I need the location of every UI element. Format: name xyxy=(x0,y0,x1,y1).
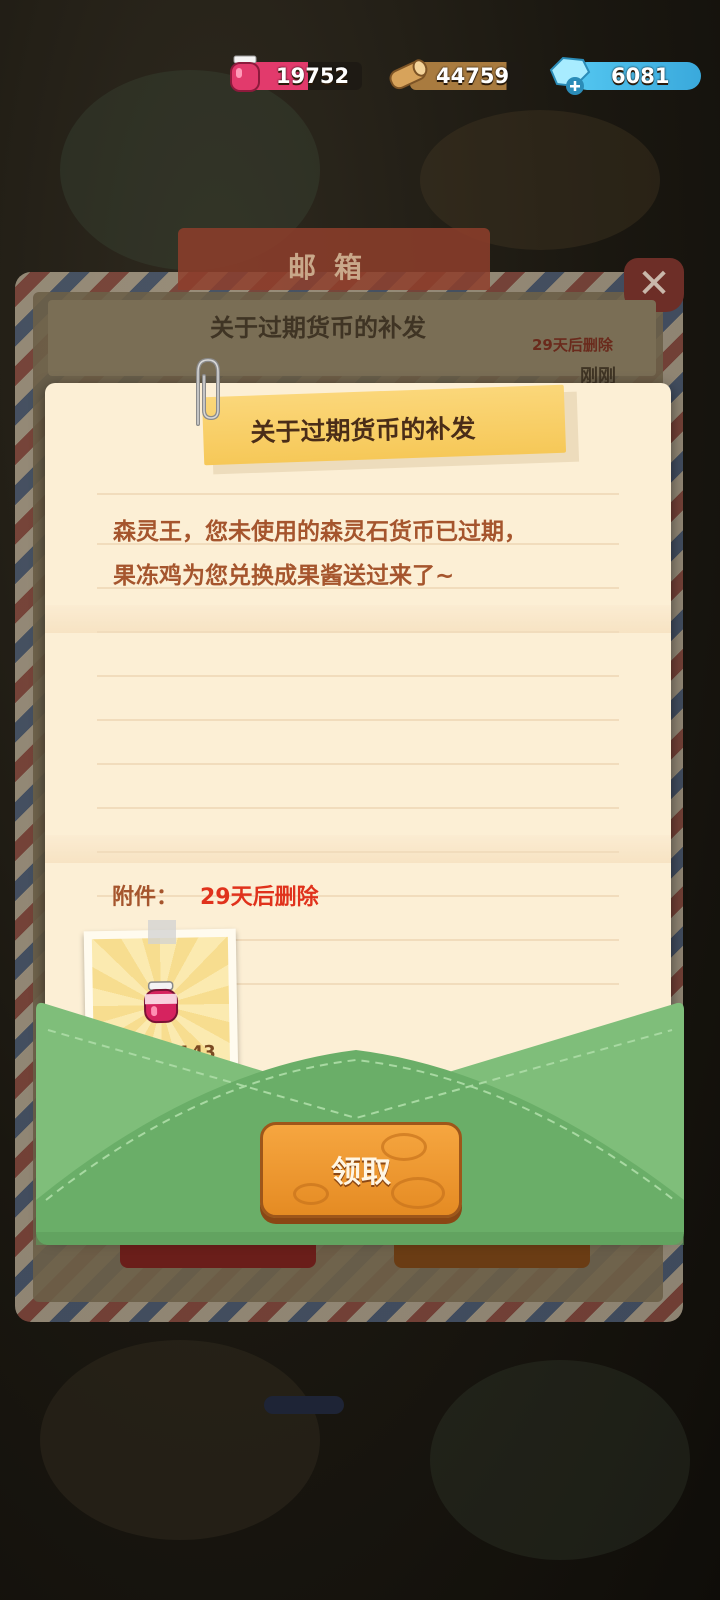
attachment-label: 附件： xyxy=(112,885,179,910)
tape-strip xyxy=(148,920,176,944)
paper-fold xyxy=(45,835,671,863)
mail-item-title: 关于过期货币的补发 xyxy=(210,314,426,342)
jam-jar-icon xyxy=(230,55,260,92)
paper-line xyxy=(97,763,619,765)
letter-body: 森灵王，您未使用的森灵石货币已过期， 果冻鸡为您兑换成果酱送过来了~ xyxy=(113,510,613,598)
claim-button[interactable]: 领取 xyxy=(260,1122,462,1218)
attachment-expire: 29天后删除 xyxy=(200,885,319,910)
paper-line xyxy=(97,719,619,721)
scene-background xyxy=(40,1340,320,1540)
paper-line xyxy=(97,807,619,809)
background-badge xyxy=(264,1396,344,1414)
letter-body-line: 果冻鸡为您兑换成果酱送过来了~ xyxy=(113,563,455,589)
wood-log-icon xyxy=(389,59,428,90)
mailbox-title: 邮箱 xyxy=(287,251,380,284)
scene-background xyxy=(430,1360,690,1560)
paper-line xyxy=(97,675,619,677)
jam-count: 19752 xyxy=(276,64,350,88)
paper-line xyxy=(97,851,619,853)
paper-fold xyxy=(45,605,671,633)
gem-plus-icon[interactable] xyxy=(545,54,595,96)
letter-title: 关于过期货币的补发 xyxy=(250,414,476,447)
paperclip-icon xyxy=(196,357,220,426)
gem-count: 6081 xyxy=(611,64,670,88)
paper-line xyxy=(97,631,619,633)
wood-count: 44759 xyxy=(436,64,510,88)
claim-button-label: 领取 xyxy=(331,1155,391,1190)
mail-item-expire: 29天后删除 xyxy=(532,336,613,354)
letter-body-line: 森灵王，您未使用的森灵石货币已过期， xyxy=(113,519,527,545)
paper-line xyxy=(97,493,619,495)
